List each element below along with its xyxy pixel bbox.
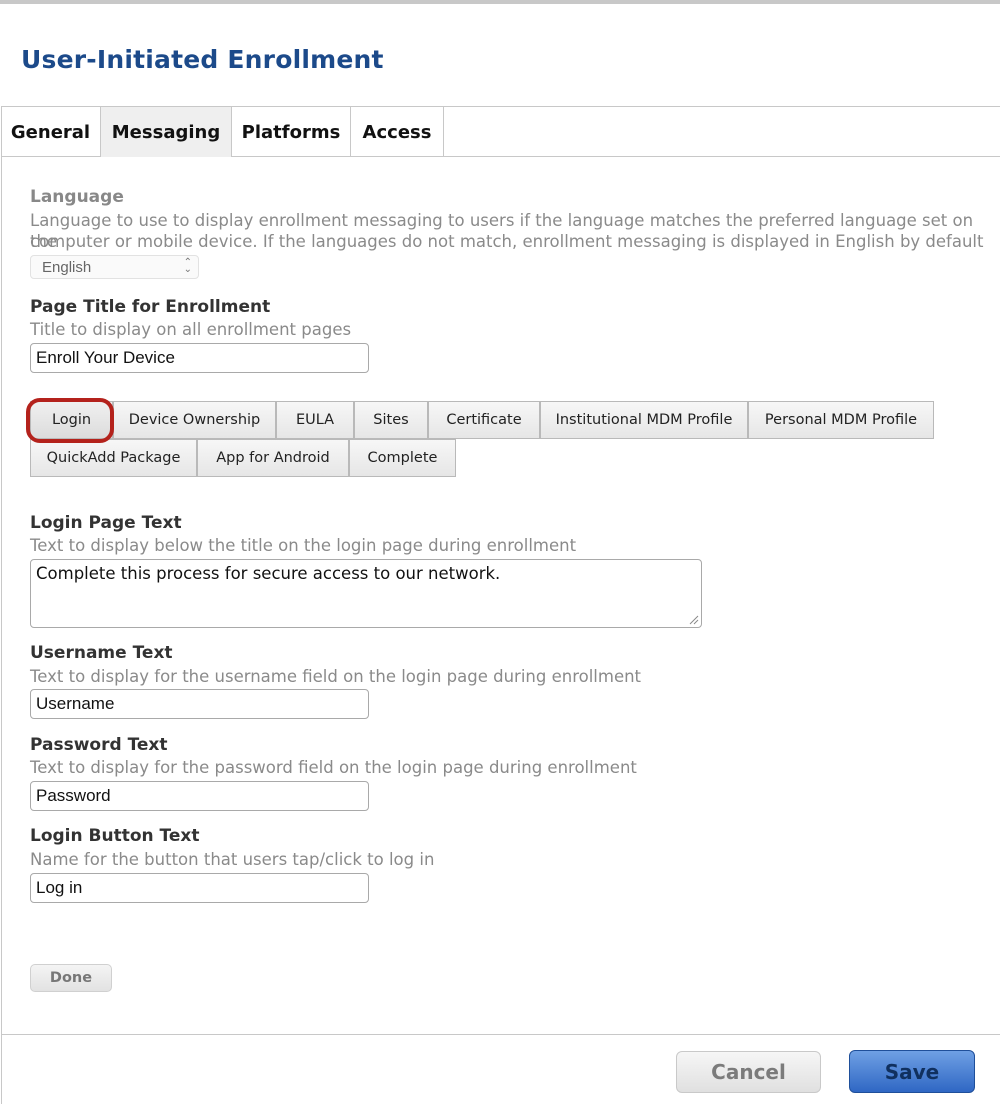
username-text-input[interactable]: Username (30, 689, 369, 719)
password-text-input[interactable]: Password (30, 781, 369, 811)
tab-general[interactable]: General (1, 107, 101, 157)
language-select-value: English (42, 258, 92, 276)
subtab-institutional-mdm-profile[interactable]: Institutional MDM Profile (540, 401, 748, 439)
language-description-line2: computer or mobile device. If the langua… (30, 232, 984, 251)
language-label: Language (30, 187, 124, 207)
login-button-text-input-value: Log in (36, 878, 83, 897)
username-text-input-value: Username (36, 694, 115, 713)
login-button-text-label: Login Button Text (30, 826, 200, 846)
password-text-label: Password Text (30, 735, 168, 755)
subtab-app-for-android[interactable]: App for Android (197, 439, 349, 477)
subtab-personal-mdm-profile[interactable]: Personal MDM Profile (748, 401, 934, 439)
login-page-text-label: Login Page Text (30, 513, 182, 533)
login-button-text-description: Name for the button that users tap/click… (30, 850, 435, 869)
login-tab-highlight-annotation (26, 398, 114, 443)
subtab-quickadd-package[interactable]: QuickAdd Package (30, 439, 197, 477)
password-text-description: Text to display for the password field o… (30, 758, 637, 777)
subtab-certificate[interactable]: Certificate (428, 401, 540, 439)
username-text-label: Username Text (30, 643, 173, 663)
chevron-up-down-icon: ⌃ ⌄ (183, 257, 192, 275)
page-title-input-value: Enroll Your Device (36, 348, 175, 367)
done-button[interactable]: Done (30, 964, 112, 992)
subtab-device-ownership[interactable]: Device Ownership (113, 401, 276, 439)
login-page-text-description: Text to display below the title on the l… (30, 536, 577, 555)
login-button-text-input[interactable]: Log in (30, 873, 369, 903)
subtab-eula[interactable]: EULA (276, 401, 354, 439)
page-title-field-description: Title to display on all enrollment pages (30, 320, 352, 339)
subtab-sites[interactable]: Sites (354, 401, 428, 439)
tab-access[interactable]: Access (351, 107, 444, 157)
resize-grip-icon[interactable] (689, 615, 699, 625)
page-title: User-Initiated Enrollment (21, 45, 384, 74)
cancel-button[interactable]: Cancel (676, 1051, 821, 1093)
main-tab-bar: General Messaging Platforms Access (1, 107, 1000, 157)
tab-platforms[interactable]: Platforms (232, 107, 351, 157)
password-text-input-value: Password (36, 786, 111, 805)
username-text-description: Text to display for the username field o… (30, 667, 642, 686)
tab-messaging[interactable]: Messaging (101, 107, 232, 157)
language-select[interactable]: English ⌃ ⌄ (30, 255, 199, 279)
login-page-text-value: Complete this process for secure access … (36, 564, 501, 583)
login-page-text-area[interactable]: Complete this process for secure access … (30, 559, 702, 628)
page-title-field-label: Page Title for Enrollment (30, 297, 271, 317)
window-top-edge (0, 0, 1000, 4)
save-button[interactable]: Save (849, 1050, 975, 1093)
footer-divider (1, 1034, 1000, 1035)
page-title-input[interactable]: Enroll Your Device (30, 343, 369, 373)
subtab-complete[interactable]: Complete (349, 439, 456, 477)
